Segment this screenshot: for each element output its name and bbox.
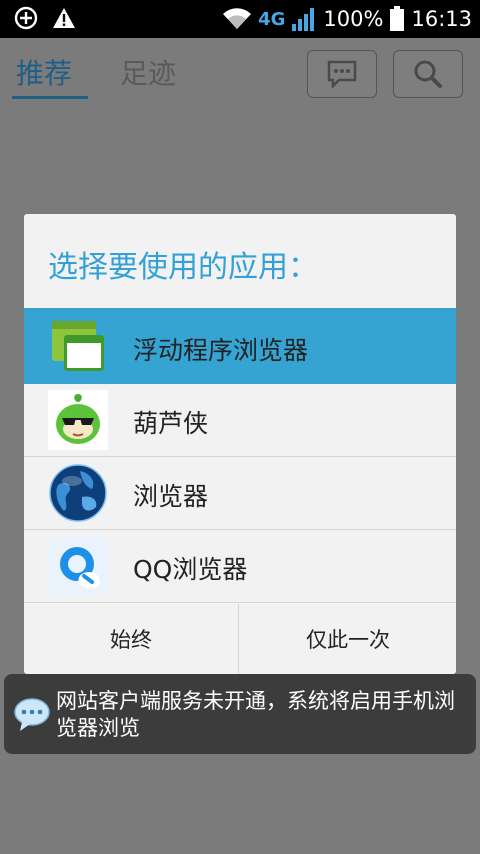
clock: 16:13 xyxy=(411,7,472,31)
dialog-buttons: 始终 仅此一次 xyxy=(24,604,456,674)
always-button[interactable]: 始终 xyxy=(24,604,239,674)
app-label: 葫芦侠 xyxy=(133,409,209,438)
signal-icon xyxy=(292,8,315,31)
status-right: 4G 100% 16:13 xyxy=(222,4,472,34)
app-item-qq-browser[interactable]: QQ浏览器 xyxy=(24,530,456,603)
network-type: 4G xyxy=(258,8,286,30)
app-label: 浏览器 xyxy=(133,482,209,511)
app-item-browser[interactable]: 浏览器 xyxy=(24,457,456,530)
globe-icon xyxy=(49,464,107,522)
message-icon xyxy=(327,60,357,88)
tab-footprint[interactable]: 足迹 xyxy=(120,52,176,92)
dialog-title: 选择要使用的应用： xyxy=(48,250,318,285)
floating-browser-icon xyxy=(52,321,104,371)
app-chooser-dialog: 选择要使用的应用： 浮动程序浏览器 葫芦侠 浏览器 QQ浏览器 始终 仅此一次 xyxy=(24,214,456,674)
search-button[interactable] xyxy=(393,50,463,98)
app-label: QQ浏览器 xyxy=(133,555,248,584)
app-item-huluxia[interactable]: 葫芦侠 xyxy=(24,384,456,457)
app-label: 浮动程序浏览器 xyxy=(133,336,309,365)
search-icon xyxy=(414,60,442,88)
warning-icon xyxy=(53,8,75,28)
tab-recommend[interactable]: 推荐 xyxy=(16,52,72,92)
toast-text: 网站客户端服务未开通，系统将启用手机浏览器浏览 xyxy=(56,689,455,740)
app-item-floating-browser[interactable]: 浮动程序浏览器 xyxy=(24,311,456,384)
wifi-icon xyxy=(223,8,252,30)
add-circle-icon xyxy=(14,6,38,30)
toast-message: 网站客户端服务未开通，系统将启用手机浏览器浏览 xyxy=(4,674,476,754)
just-once-button[interactable]: 仅此一次 xyxy=(240,604,456,674)
qq-browser-icon xyxy=(48,536,108,596)
message-button[interactable] xyxy=(307,50,377,98)
huluxia-icon xyxy=(48,390,108,450)
tab-indicator xyxy=(12,96,88,99)
status-left xyxy=(14,6,76,30)
battery-percent: 100% xyxy=(323,7,384,31)
status-bar: 4G 100% 16:13 xyxy=(0,0,480,38)
battery-icon xyxy=(390,6,405,31)
chat-bubble-icon xyxy=(14,698,50,731)
